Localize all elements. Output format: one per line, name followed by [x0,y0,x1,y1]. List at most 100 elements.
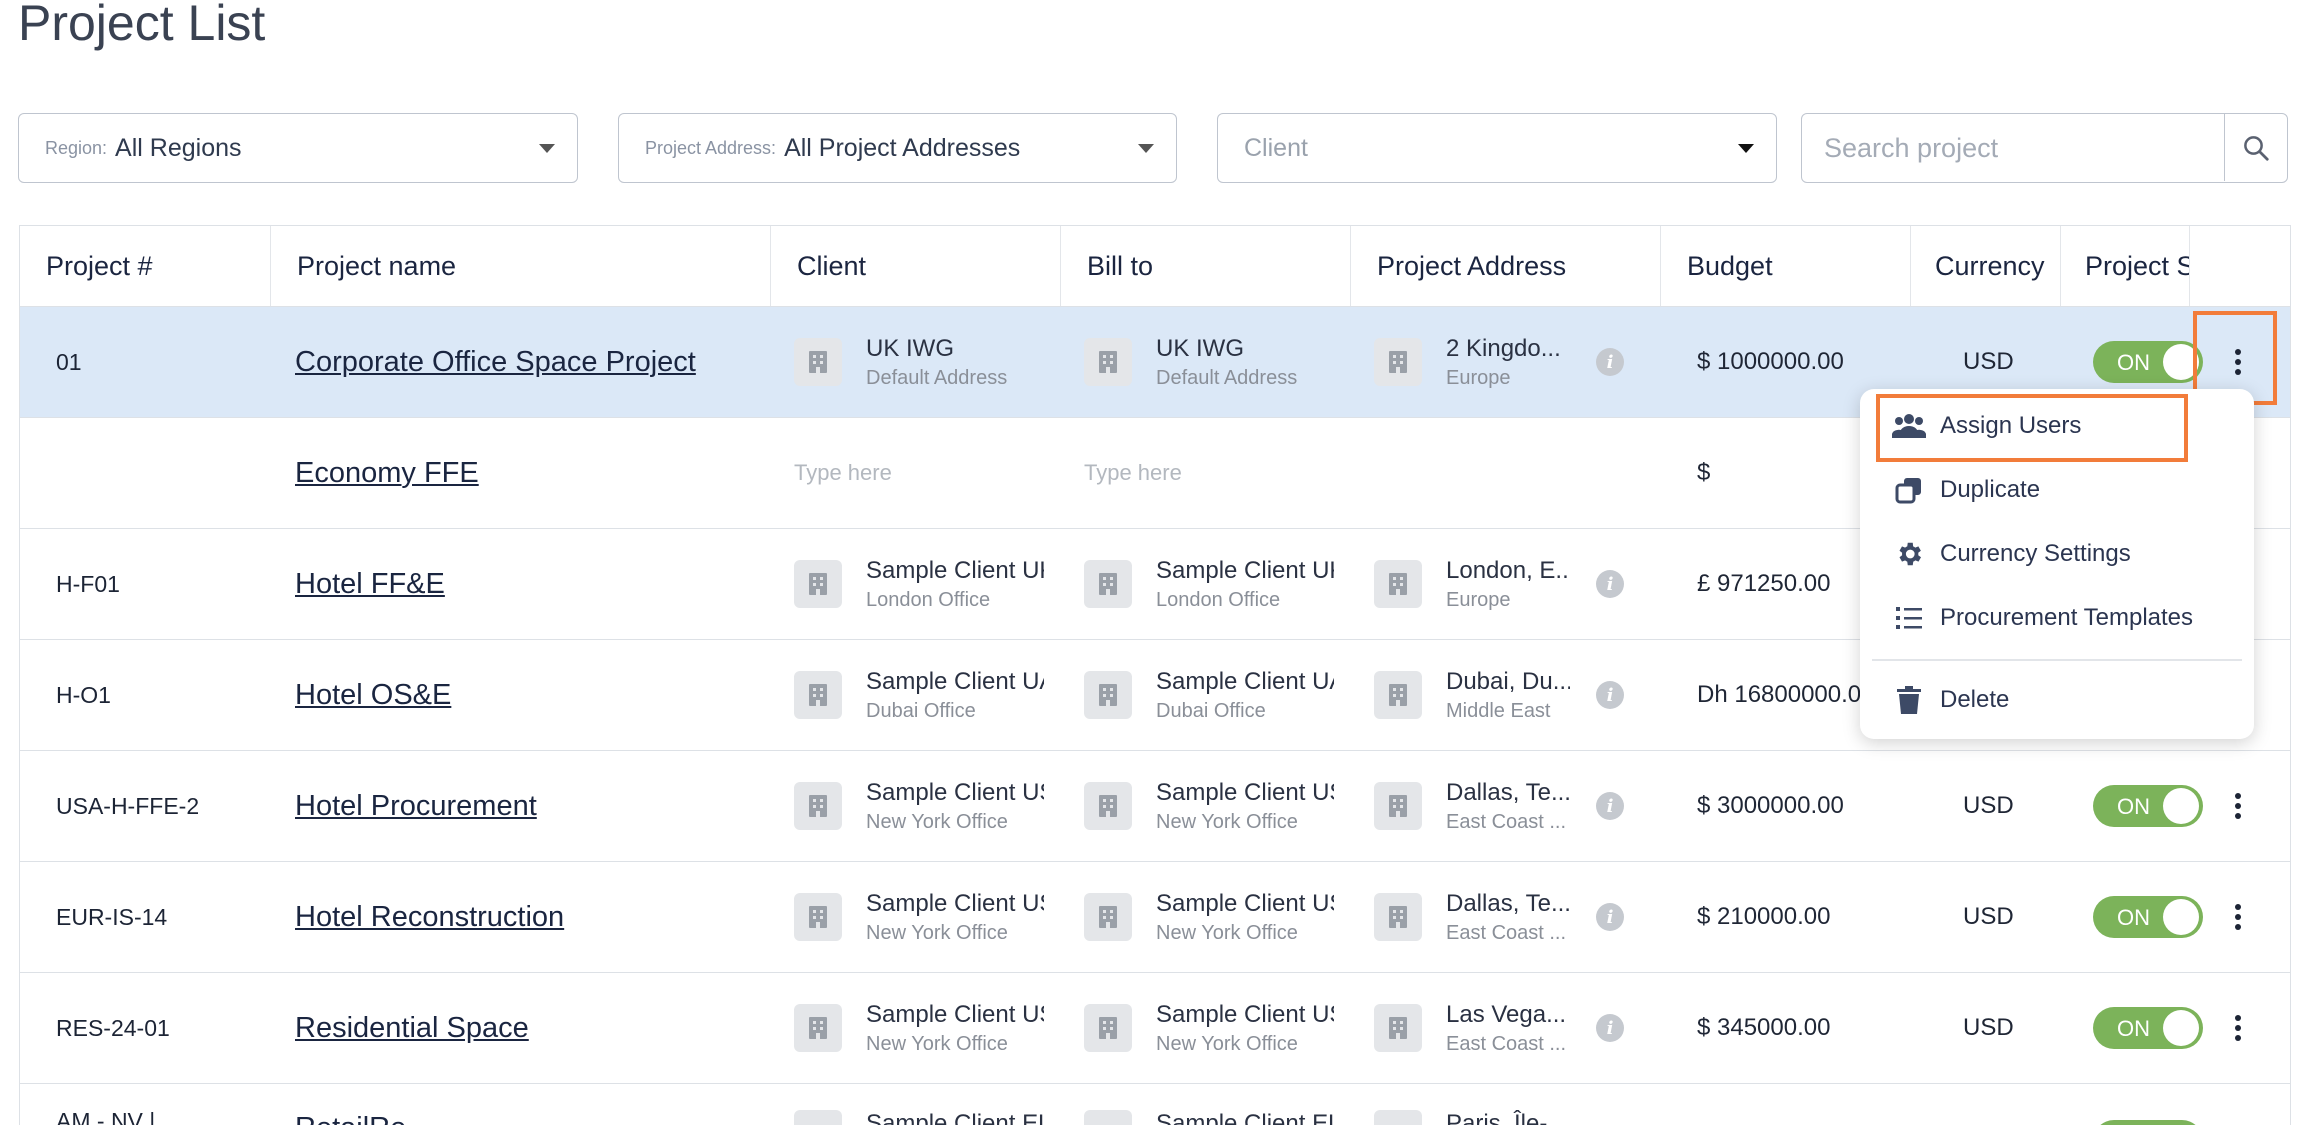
region-select[interactable]: Region: All Regions [18,113,578,183]
status-toggle[interactable]: ON [2093,785,2203,827]
project-name-link[interactable]: Residential Space [295,1012,529,1045]
info-icon[interactable]: i [1596,903,1624,931]
address-cell[interactable]: Paris, Île- [1374,1084,1661,1125]
table-row[interactable]: RES-24-01 Residential Space Sample Clien… [20,973,2290,1084]
search-button[interactable] [2224,114,2287,181]
project-name-link[interactable]: Corporate Office Space Project [295,346,696,379]
client-cell[interactable]: Sample Client UAE Dubai Office [794,640,1061,750]
column-header-project-number[interactable]: Project # [20,226,271,306]
column-header-client[interactable]: Client [771,226,1061,306]
column-header-project-status[interactable]: Project S [2061,226,2190,306]
table-row[interactable]: EUR-IS-14 Hotel Reconstruction Sample Cl… [20,862,2290,973]
status-toggle[interactable]: ON [2093,341,2203,383]
address-cell[interactable]: Dallas, Te... East Coast ... i [1374,862,1661,972]
menu-item-label: Assign Users [1940,412,2082,439]
client-cell[interactable]: Sample Client US New York Office [794,751,1061,861]
search-icon [2244,135,2269,161]
address-main: Paris, Île- [1446,1110,1548,1125]
address-main: Las Vega... [1446,1000,1567,1028]
info-icon[interactable]: i [1596,348,1624,376]
bill-to-name: UK IWG [1156,334,1244,362]
project-name-link[interactable]: Hotel FF&E [295,568,445,601]
more-actions-icon[interactable] [2218,1006,2258,1050]
status-toggle[interactable] [2093,1120,2203,1125]
bill-to-cell[interactable]: Sample Client UK London Office [1084,529,1351,639]
bill-to-cell[interactable]: Sample Client EU [1084,1084,1351,1125]
building-icon [1374,893,1422,941]
menu-item-label: Currency Settings [1940,540,2131,567]
address-region: East Coast ... [1446,1032,1567,1055]
menu-item-delete[interactable]: Delete [1860,671,2254,729]
client-placeholder[interactable]: Type here [794,460,892,486]
project-name-link[interactable]: Hotel Reconstruction [295,901,564,934]
menu-item-procurement-templates[interactable]: Procurement Templates [1860,589,2254,647]
client-cell[interactable]: Sample Client US New York Office [794,973,1061,1083]
project-address-select[interactable]: Project Address: All Project Addresses [618,113,1177,183]
currency-value: USD [1963,903,2014,930]
client-address: New York Office [866,1032,1008,1055]
table-row[interactable]: USA-H-FFE-2 Hotel Procurement Sample Cli… [20,751,2290,862]
bill-to-name: Sample Client UK [1156,556,1334,584]
bill-to-cell[interactable]: Sample Client US New York Office [1084,751,1351,861]
bill-to-cell[interactable]: Sample Client UAE Dubai Office [1084,640,1351,750]
bill-to-cell[interactable]: Sample Client US New York Office [1084,973,1351,1083]
status-toggle[interactable]: ON [2093,1007,2203,1049]
client-address: Dubai Office [866,699,976,722]
column-header-bill-to[interactable]: Bill to [1061,226,1351,306]
building-icon [1084,338,1132,386]
more-actions-icon[interactable] [2218,340,2258,384]
column-header-budget[interactable]: Budget [1661,226,1911,306]
client-select[interactable]: Client [1217,113,1777,183]
building-icon [1084,560,1132,608]
project-name-link[interactable]: RetailRe... [295,1112,430,1125]
currency-value: USD [1963,792,2014,819]
client-cell[interactable]: Sample Client UK London Office [794,529,1061,639]
client-cell[interactable]: Sample Client EU [794,1084,1061,1125]
address-cell[interactable]: 2 Kingdo... Europe i [1374,307,1661,417]
menu-item-currency-settings[interactable]: Currency Settings [1860,525,2254,583]
toggle-knob [2163,899,2199,935]
more-actions-icon[interactable] [2218,784,2258,828]
bill-to-cell[interactable]: UK IWG Default Address [1084,307,1351,417]
info-icon[interactable]: i [1596,792,1624,820]
address-main: London, E... [1446,556,1570,584]
bill-to-placeholder[interactable]: Type here [1084,460,1182,486]
more-actions-icon[interactable] [2218,895,2258,939]
bill-to-cell[interactable]: Sample Client US New York Office [1084,862,1351,972]
column-header-currency[interactable]: Currency [1911,226,2061,306]
project-number: EUR-IS-14 [56,903,168,930]
address-cell[interactable]: London, E... Europe i [1374,529,1661,639]
project-name-link[interactable]: Economy FFE [295,457,479,490]
menu-item-duplicate[interactable]: Duplicate [1860,461,2254,519]
client-cell[interactable]: Sample Client US New York Office [794,862,1061,972]
search-input[interactable] [1802,117,2246,179]
project-name-link[interactable]: Hotel OS&E [295,679,451,712]
client-name: Sample Client US [866,1000,1044,1028]
client-address: New York Office [866,921,1008,944]
menu-item-label: Procurement Templates [1940,604,2194,631]
info-icon[interactable]: i [1596,681,1624,709]
currency-value: USD [1963,1014,2014,1041]
building-icon [1374,560,1422,608]
building-icon [794,671,842,719]
client-cell[interactable]: UK IWG Default Address [794,307,1061,417]
address-cell[interactable]: Dubai, Du... Middle East i [1374,640,1661,750]
column-header-project-address[interactable]: Project Address [1351,226,1661,306]
menu-item-assign-users[interactable]: Assign Users [1860,397,2254,455]
bill-to-name: Sample Client UAE [1156,667,1334,695]
project-name-link[interactable]: Hotel Procurement [295,790,537,823]
address-cell[interactable]: Dallas, Te... East Coast ... i [1374,751,1661,861]
info-icon[interactable]: i [1596,570,1624,598]
status-toggle[interactable]: ON [2093,896,2203,938]
table-row[interactable]: AM - NV | RetailRe... Sample Client EU S… [20,1084,2290,1125]
address-cell[interactable]: Las Vega... East Coast ... i [1374,973,1661,1083]
budget-value: $ 210000.00 [1697,903,1831,930]
bill-to-address: New York Office [1156,921,1298,944]
project-number: 01 [56,348,82,375]
column-header-project-name[interactable]: Project name [271,226,771,306]
toggle-knob [2163,344,2199,380]
info-icon[interactable]: i [1596,1014,1624,1042]
bill-to-address: Dubai Office [1156,699,1266,722]
address-main: Dubai, Du... [1446,667,1570,695]
address-region: Middle East [1446,699,1551,722]
